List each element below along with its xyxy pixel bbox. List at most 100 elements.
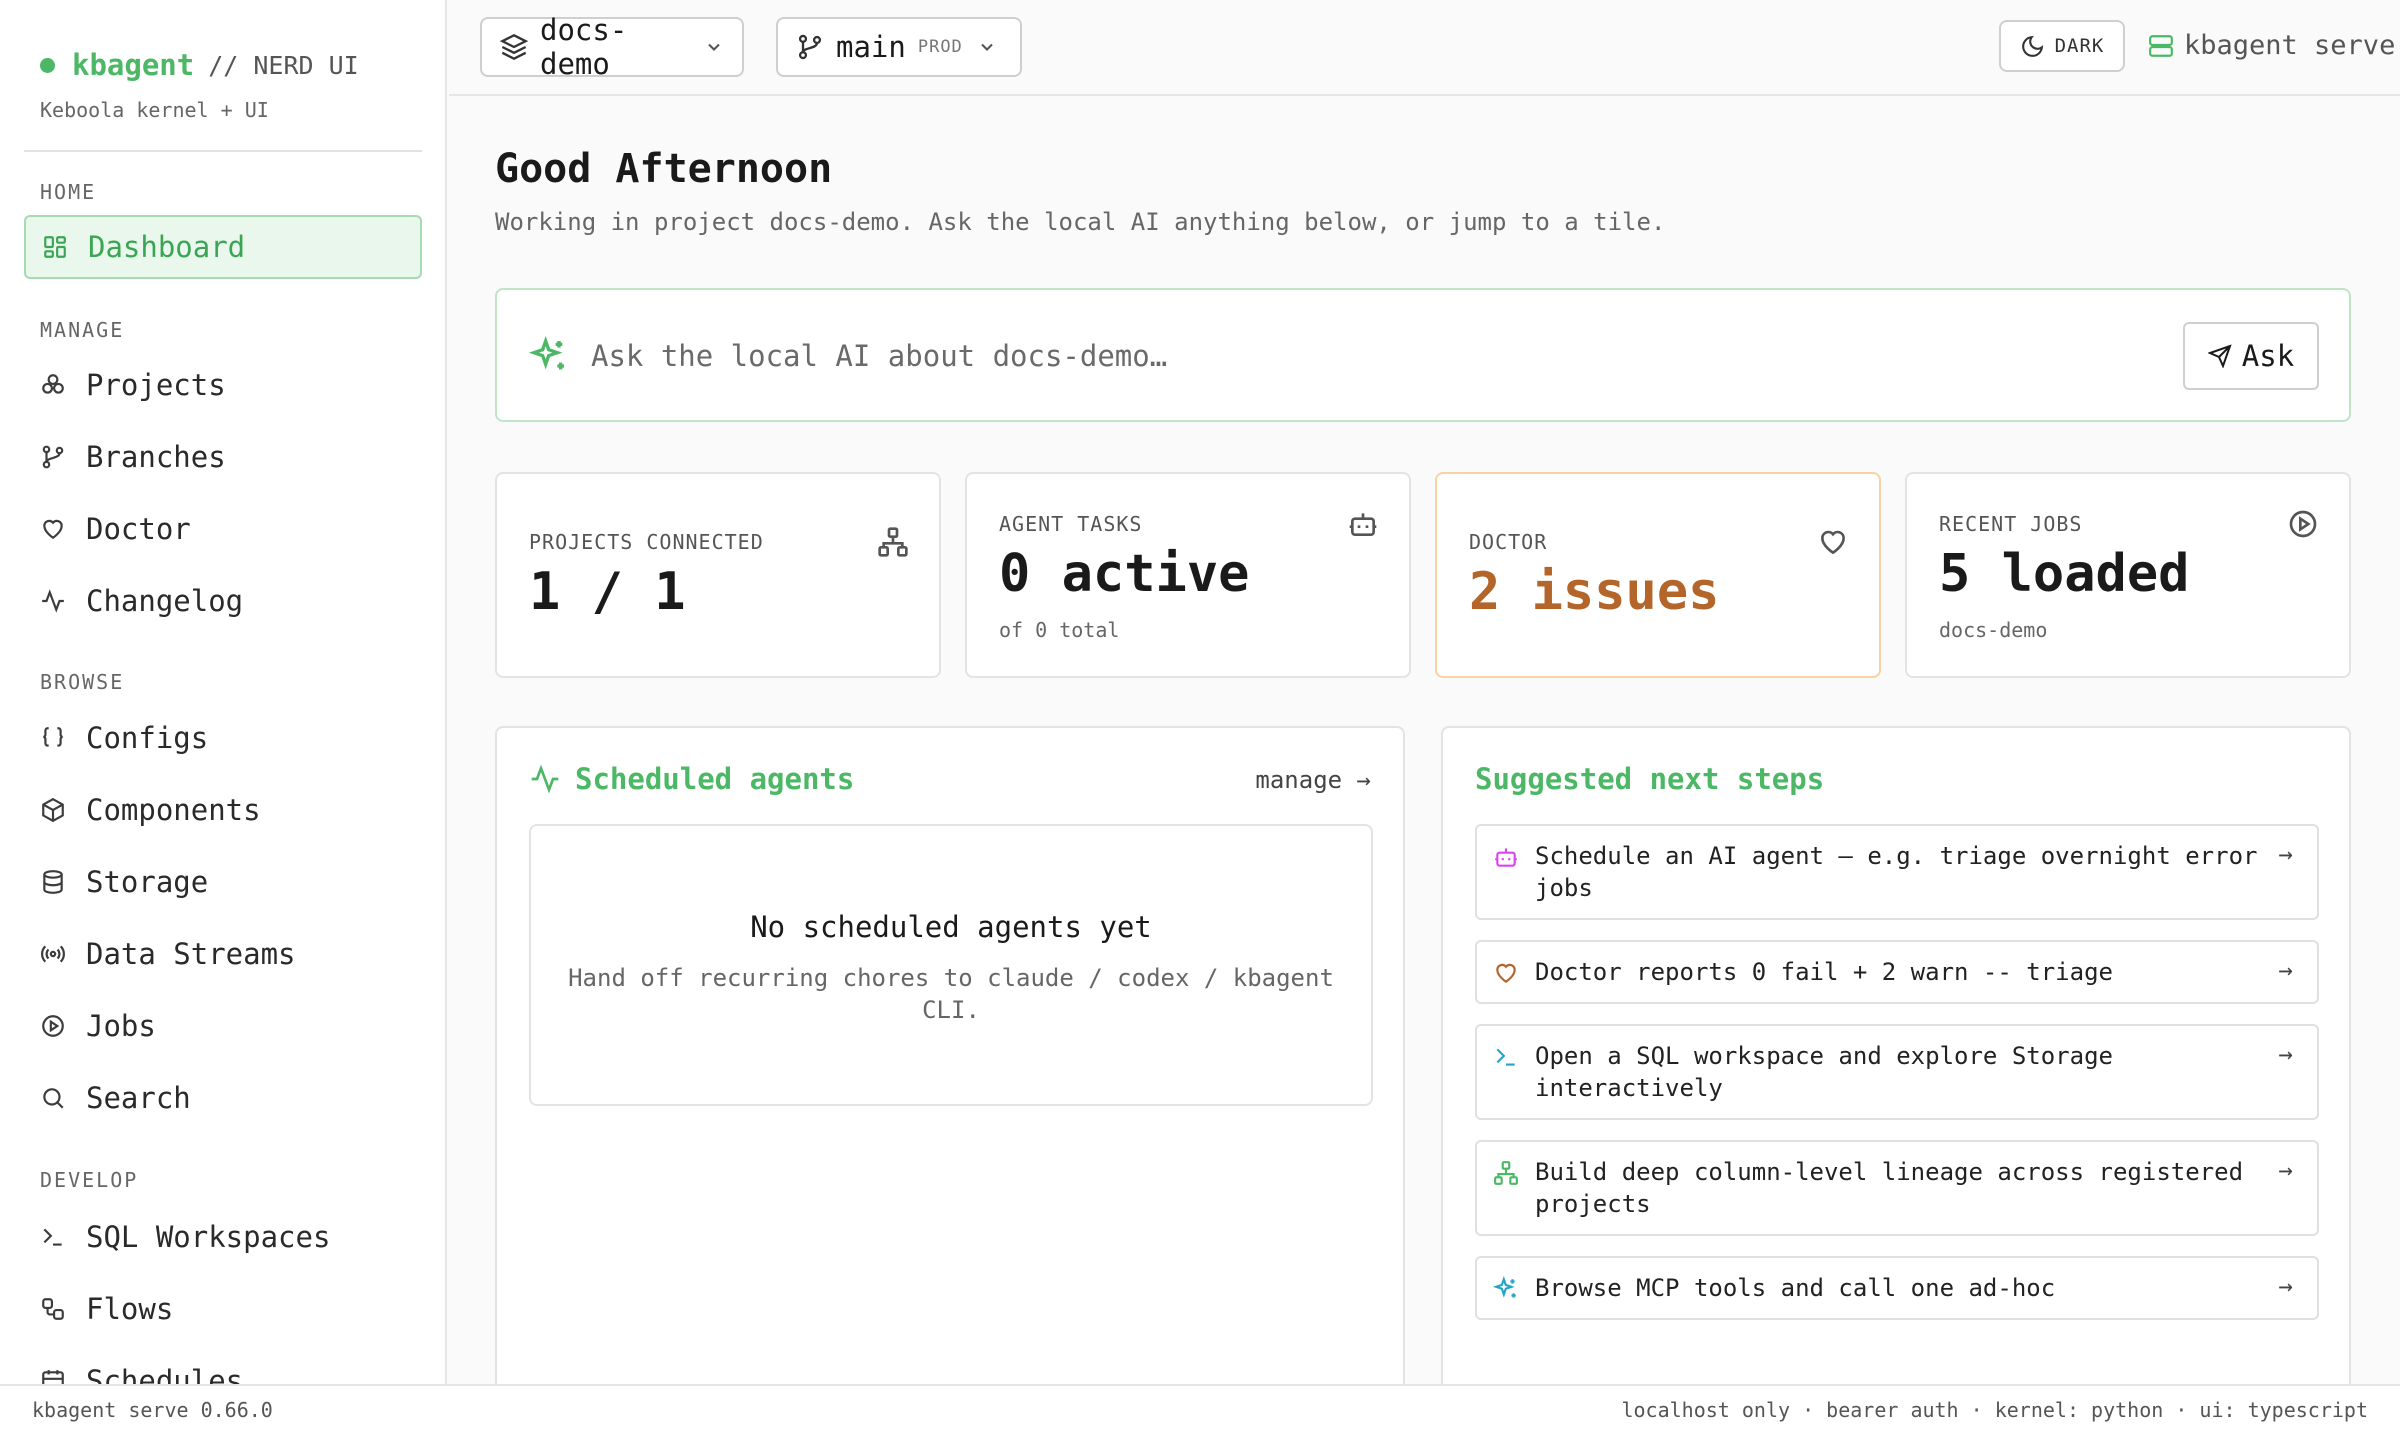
brand-name: kbagent xyxy=(72,48,195,82)
sidebar-item-search[interactable]: Search xyxy=(24,1066,422,1130)
brand: kbagent // NERD UI xyxy=(40,48,359,82)
project-name: docs-demo xyxy=(540,13,628,81)
suggested-step-sql-workspace[interactable]: Open a SQL workspace and explore Storage… xyxy=(1475,1024,2319,1120)
sparkles-icon xyxy=(529,336,569,376)
main-content: Good Afternoon Working in project docs-d… xyxy=(449,98,2400,1384)
suggested-steps-panel: Suggested next steps Schedule an AI agen… xyxy=(1441,726,2351,1384)
dashboard-icon xyxy=(42,234,68,260)
chevron-down-icon xyxy=(704,37,724,57)
suggested-step-mcp-tools[interactable]: Browse MCP tools and call one ad-hoc → xyxy=(1475,1256,2319,1320)
heart-icon xyxy=(1817,526,1849,558)
manage-link[interactable]: manage → xyxy=(1255,766,1371,794)
branch-selector[interactable]: main PROD xyxy=(776,17,1022,77)
activity-icon xyxy=(40,588,66,614)
layers-icon xyxy=(500,33,528,61)
heart-icon xyxy=(1493,960,1519,986)
stat-card-agent-tasks[interactable]: AGENT TASKS 0 active of 0 total xyxy=(965,472,1411,678)
sidebar-item-dashboard[interactable]: Dashboard xyxy=(24,215,422,279)
sidebar-item-schedules[interactable]: Schedules xyxy=(24,1349,422,1384)
stat-label: AGENT TASKS xyxy=(999,512,1143,536)
suggested-step-lineage[interactable]: Build deep column-level lineage across r… xyxy=(1475,1140,2319,1236)
suggested-step-schedule-agent[interactable]: Schedule an AI agent — e.g. triage overn… xyxy=(1475,824,2319,920)
page-title: Good Afternoon xyxy=(495,146,833,192)
empty-state-description: Hand off recurring chores to claude / co… xyxy=(568,964,1334,1024)
package-icon xyxy=(40,797,66,823)
stat-label: DOCTOR xyxy=(1469,530,1548,554)
step-text: Browse MCP tools and call one ad-hoc xyxy=(1535,1274,2056,1302)
arrow-right-icon: → xyxy=(2278,956,2293,984)
stat-card-doctor[interactable]: DOCTOR 2 issues xyxy=(1435,472,1881,678)
topbar: docs-demo main PROD DARK kbagent serve xyxy=(449,0,2400,96)
sidebar-divider xyxy=(24,150,422,152)
sidebar-item-flows[interactable]: Flows xyxy=(24,1277,422,1341)
panel-title: Suggested next steps xyxy=(1475,762,1825,796)
sidebar-item-projects[interactable]: Projects xyxy=(24,353,422,417)
step-text: Build deep column-level lineage across r… xyxy=(1535,1158,2244,1218)
ask-button-label: Ask xyxy=(2241,339,2295,373)
sidebar-item-label: Flows xyxy=(86,1292,174,1326)
stat-value: 5 loaded xyxy=(1939,544,2190,604)
sidebar-item-label: Doctor xyxy=(86,512,191,546)
stat-card-recent-jobs[interactable]: RECENT JOBS 5 loaded docs-demo xyxy=(1905,472,2351,678)
calendar-icon xyxy=(40,1368,66,1384)
project-selector[interactable]: docs-demo xyxy=(480,13,744,81)
search-icon xyxy=(40,1085,66,1111)
step-text: Open a SQL workspace and explore Storage… xyxy=(1535,1042,2113,1102)
nav-section-manage: MANAGE xyxy=(40,318,125,342)
arrow-right-icon: → xyxy=(2278,1156,2293,1184)
brand-suffix: // NERD UI xyxy=(208,50,359,80)
sidebar-item-configs[interactable]: Configs xyxy=(24,706,422,770)
suggested-step-doctor[interactable]: Doctor reports 0 fail + 2 warn -- triage… xyxy=(1475,940,2319,1004)
sidebar-item-label: Changelog xyxy=(86,584,244,618)
sidebar-item-branches[interactable]: Branches xyxy=(24,425,422,489)
theme-toggle-button[interactable]: DARK xyxy=(1999,20,2125,72)
heart-icon xyxy=(40,516,66,542)
arrow-right-icon: → xyxy=(2278,840,2293,868)
status-bar: kbagent serve 0.66.0 localhost only · be… xyxy=(0,1384,2400,1432)
sidebar-item-components[interactable]: Components xyxy=(24,778,422,842)
sidebar-item-label: Data Streams xyxy=(86,937,296,971)
braces-icon xyxy=(40,725,66,751)
chevron-down-icon xyxy=(977,37,997,57)
status-dot xyxy=(40,57,55,73)
brand-subtitle: Keboola kernel + UI xyxy=(40,98,269,122)
ask-input[interactable] xyxy=(591,326,1591,386)
stat-label: RECENT JOBS xyxy=(1939,512,2083,536)
sidebar-item-label: Components xyxy=(86,793,261,827)
sidebar-item-label: Branches xyxy=(86,440,226,474)
sidebar-item-storage[interactable]: Storage xyxy=(24,850,422,914)
bot-icon xyxy=(1493,844,1519,870)
stat-sub: docs-demo xyxy=(1939,618,2048,642)
arrow-right-icon: → xyxy=(2278,1040,2293,1068)
nav-section-home: HOME xyxy=(40,180,97,204)
stat-value: 0 active xyxy=(999,544,1250,604)
sidebar-item-data-streams[interactable]: Data Streams xyxy=(24,922,422,986)
stat-label: PROJECTS CONNECTED xyxy=(529,530,764,554)
stat-value: 1 / 1 xyxy=(529,562,686,622)
sparkles-icon xyxy=(1493,1276,1519,1302)
sidebar-item-label: Dashboard xyxy=(88,230,246,264)
sidebar-item-label: Schedules xyxy=(86,1364,244,1384)
play-circle-icon xyxy=(40,1013,66,1039)
workflow-icon xyxy=(40,1296,66,1322)
activity-icon xyxy=(529,763,561,795)
empty-state: No scheduled agents yet Hand off recurri… xyxy=(529,824,1373,1106)
sidebar-item-doctor[interactable]: Doctor xyxy=(24,497,422,561)
sidebar-item-label: Projects xyxy=(86,368,226,402)
scheduled-agents-panel: Scheduled agents manage → No scheduled a… xyxy=(495,726,1405,1384)
network-icon xyxy=(1493,1160,1519,1186)
serve-status: kbagent serve xyxy=(2148,30,2395,61)
page-subtitle: Working in project docs-demo. Ask the lo… xyxy=(495,208,1666,236)
stat-card-projects[interactable]: PROJECTS CONNECTED 1 / 1 xyxy=(495,472,941,678)
server-icon xyxy=(2148,33,2174,59)
sidebar-item-changelog[interactable]: Changelog xyxy=(24,569,422,633)
nav-section-develop: DEVELOP xyxy=(40,1168,139,1192)
send-icon xyxy=(2207,344,2232,368)
projects-icon xyxy=(40,372,66,398)
branch-name: main xyxy=(836,30,906,64)
sidebar-item-sql-workspaces[interactable]: SQL Workspaces xyxy=(24,1205,422,1269)
ask-button[interactable]: Ask xyxy=(2183,322,2319,390)
serve-label: kbagent serve xyxy=(2184,30,2396,61)
bot-icon xyxy=(1347,508,1379,540)
sidebar-item-jobs[interactable]: Jobs xyxy=(24,994,422,1058)
